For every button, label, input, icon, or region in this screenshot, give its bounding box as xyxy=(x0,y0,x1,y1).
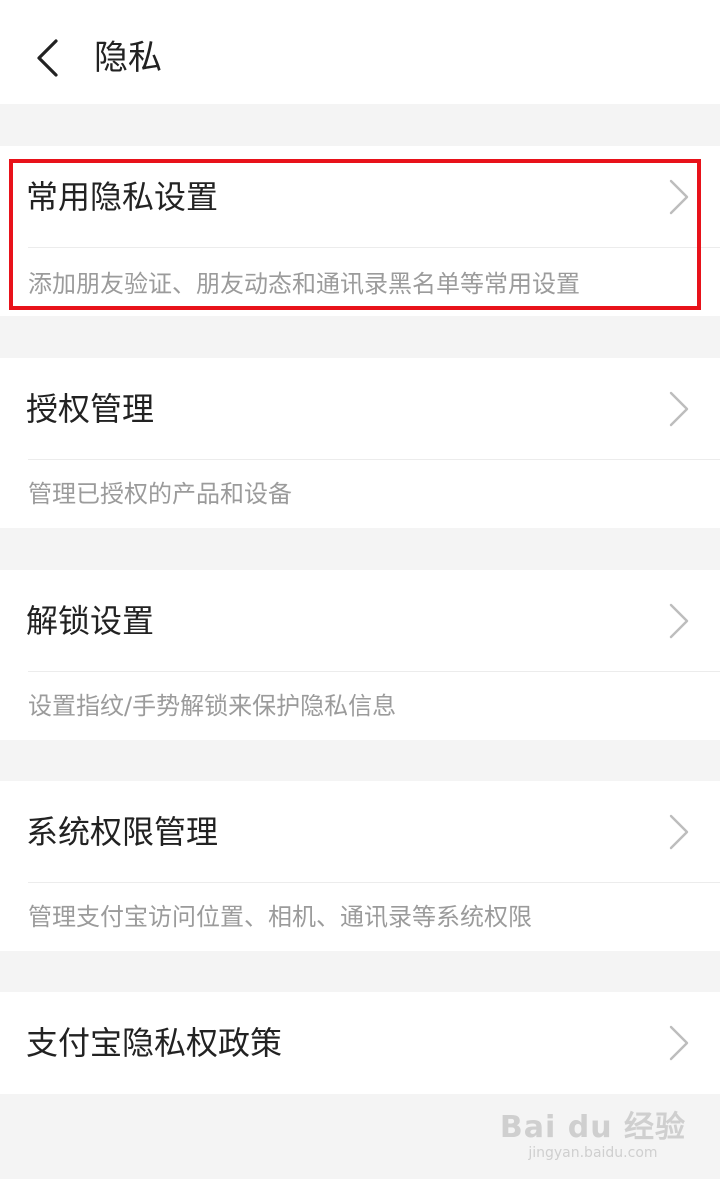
settings-card-privacy-policy: 支付宝隐私权政策 xyxy=(0,992,720,1094)
item-title: 解锁设置 xyxy=(26,602,155,640)
settings-card-common-privacy: 常用隐私设置 添加朋友验证、朋友动态和通讯录黑名单等常用设置 xyxy=(0,146,720,316)
item-title: 系统权限管理 xyxy=(26,813,219,851)
divider xyxy=(28,247,720,248)
chevron-right-icon xyxy=(669,603,689,639)
chevron-right-icon xyxy=(669,179,689,215)
settings-card-authorization: 授权管理 管理已授权的产品和设备 xyxy=(0,358,720,528)
item-title: 授权管理 xyxy=(26,390,155,428)
watermark-url: jingyan.baidu.com xyxy=(528,1145,658,1161)
item-description: 添加朋友验证、朋友动态和通讯录黑名单等常用设置 xyxy=(28,270,580,298)
chevron-right-icon xyxy=(669,391,689,427)
divider xyxy=(28,882,720,883)
divider xyxy=(28,671,720,672)
item-title: 支付宝隐私权政策 xyxy=(26,1024,283,1062)
unlock-settings-item[interactable]: 解锁设置 xyxy=(0,570,720,672)
settings-card-system-permissions: 系统权限管理 管理支付宝访问位置、相机、通讯录等系统权限 xyxy=(0,781,720,951)
item-description: 管理支付宝访问位置、相机、通讯录等系统权限 xyxy=(28,903,532,931)
system-permissions-item[interactable]: 系统权限管理 xyxy=(0,781,720,883)
page-title: 隐私 xyxy=(94,38,162,78)
item-title: 常用隐私设置 xyxy=(26,178,219,216)
divider xyxy=(28,459,720,460)
common-privacy-settings-item[interactable]: 常用隐私设置 xyxy=(0,146,720,248)
chevron-right-icon xyxy=(669,814,689,850)
item-description: 管理已授权的产品和设备 xyxy=(28,480,292,508)
item-description: 设置指纹/手势解锁来保护隐私信息 xyxy=(28,692,397,720)
chevron-right-icon xyxy=(669,1025,689,1061)
privacy-policy-item[interactable]: 支付宝隐私权政策 xyxy=(0,992,720,1094)
chevron-left-icon xyxy=(37,39,58,77)
authorization-management-item[interactable]: 授权管理 xyxy=(0,358,720,460)
top-bar: 隐私 xyxy=(0,0,720,104)
watermark-logo-text: Bai du 经验 xyxy=(499,1110,686,1145)
settings-card-unlock: 解锁设置 设置指纹/手势解锁来保护隐私信息 xyxy=(0,570,720,740)
baidu-jingyan-watermark: Bai du 经验 jingyan.baidu.com xyxy=(499,1110,686,1162)
back-button[interactable] xyxy=(22,30,72,86)
privacy-settings-page: 隐私 常用隐私设置 添加朋友验证、朋友动态和通讯录黑名单等常用设置 授权管理 管… xyxy=(0,0,720,1179)
